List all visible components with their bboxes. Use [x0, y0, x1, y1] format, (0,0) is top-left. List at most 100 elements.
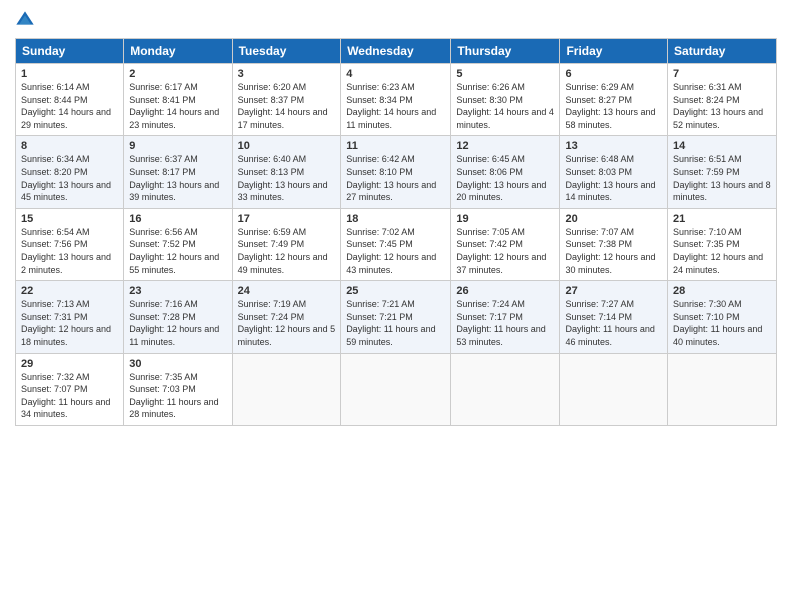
sunrise-label: Sunrise: 6:59 AM [238, 227, 307, 237]
daylight-label: Daylight: 12 hours and 43 minutes. [346, 252, 436, 275]
calendar-day-cell: 3 Sunrise: 6:20 AM Sunset: 8:37 PM Dayli… [232, 64, 341, 136]
sunset-label: Sunset: 7:35 PM [673, 239, 740, 249]
daylight-label: Daylight: 13 hours and 2 minutes. [21, 252, 111, 275]
day-number: 13 [565, 140, 662, 152]
sunset-label: Sunset: 7:49 PM [238, 239, 305, 249]
daylight-label: Daylight: 14 hours and 29 minutes. [21, 107, 111, 130]
sunset-label: Sunset: 8:24 PM [673, 95, 740, 105]
sunset-label: Sunset: 8:20 PM [21, 167, 88, 177]
daylight-label: Daylight: 11 hours and 53 minutes. [456, 324, 545, 347]
sunrise-label: Sunrise: 7:21 AM [346, 299, 415, 309]
daylight-label: Daylight: 11 hours and 28 minutes. [129, 397, 218, 420]
sunrise-label: Sunrise: 6:29 AM [565, 82, 634, 92]
daylight-label: Daylight: 13 hours and 45 minutes. [21, 180, 111, 203]
sunrise-label: Sunrise: 6:34 AM [21, 154, 90, 164]
calendar-week-row: 22 Sunrise: 7:13 AM Sunset: 7:31 PM Dayl… [16, 281, 777, 353]
sunrise-label: Sunrise: 6:17 AM [129, 82, 198, 92]
sunrise-label: Sunrise: 7:16 AM [129, 299, 198, 309]
sunrise-label: Sunrise: 7:24 AM [456, 299, 525, 309]
sunrise-label: Sunrise: 7:19 AM [238, 299, 307, 309]
sunset-label: Sunset: 7:07 PM [21, 384, 88, 394]
sunset-label: Sunset: 7:59 PM [673, 167, 740, 177]
page-container: SundayMondayTuesdayWednesdayThursdayFrid… [0, 0, 792, 436]
daylight-label: Daylight: 13 hours and 27 minutes. [346, 180, 436, 203]
weekday-header: Tuesday [232, 39, 341, 64]
daylight-label: Daylight: 12 hours and 18 minutes. [21, 324, 111, 347]
day-info: Sunrise: 6:56 AM Sunset: 7:52 PM Dayligh… [129, 226, 226, 276]
day-number: 9 [129, 140, 226, 152]
calendar-day-cell: 12 Sunrise: 6:45 AM Sunset: 8:06 PM Dayl… [451, 136, 560, 208]
day-number: 28 [673, 285, 771, 297]
day-number: 8 [21, 140, 118, 152]
day-info: Sunrise: 6:14 AM Sunset: 8:44 PM Dayligh… [21, 81, 118, 131]
calendar-day-cell: 1 Sunrise: 6:14 AM Sunset: 8:44 PM Dayli… [16, 64, 124, 136]
sunset-label: Sunset: 7:45 PM [346, 239, 413, 249]
daylight-label: Daylight: 12 hours and 55 minutes. [129, 252, 219, 275]
calendar-day-cell: 4 Sunrise: 6:23 AM Sunset: 8:34 PM Dayli… [341, 64, 451, 136]
day-info: Sunrise: 7:32 AM Sunset: 7:07 PM Dayligh… [21, 371, 118, 421]
sunrise-label: Sunrise: 6:40 AM [238, 154, 307, 164]
sunset-label: Sunset: 7:31 PM [21, 312, 88, 322]
sunset-label: Sunset: 7:14 PM [565, 312, 632, 322]
calendar-day-cell: 20 Sunrise: 7:07 AM Sunset: 7:38 PM Dayl… [560, 208, 668, 280]
daylight-label: Daylight: 13 hours and 39 minutes. [129, 180, 219, 203]
day-number: 30 [129, 358, 226, 370]
sunset-label: Sunset: 8:44 PM [21, 95, 88, 105]
daylight-label: Daylight: 11 hours and 59 minutes. [346, 324, 435, 347]
calendar-day-cell: 28 Sunrise: 7:30 AM Sunset: 7:10 PM Dayl… [668, 281, 777, 353]
sunrise-label: Sunrise: 6:14 AM [21, 82, 90, 92]
calendar-day-cell: 8 Sunrise: 6:34 AM Sunset: 8:20 PM Dayli… [16, 136, 124, 208]
day-info: Sunrise: 6:26 AM Sunset: 8:30 PM Dayligh… [456, 81, 554, 131]
sunset-label: Sunset: 7:38 PM [565, 239, 632, 249]
day-number: 4 [346, 68, 445, 80]
weekday-header: Wednesday [341, 39, 451, 64]
calendar-day-cell: 27 Sunrise: 7:27 AM Sunset: 7:14 PM Dayl… [560, 281, 668, 353]
calendar-day-cell [232, 353, 341, 425]
day-number: 23 [129, 285, 226, 297]
calendar-day-cell: 18 Sunrise: 7:02 AM Sunset: 7:45 PM Dayl… [341, 208, 451, 280]
day-number: 16 [129, 213, 226, 225]
calendar-day-cell: 23 Sunrise: 7:16 AM Sunset: 7:28 PM Dayl… [124, 281, 232, 353]
sunset-label: Sunset: 7:10 PM [673, 312, 740, 322]
header [15, 10, 777, 30]
day-info: Sunrise: 6:59 AM Sunset: 7:49 PM Dayligh… [238, 226, 336, 276]
daylight-label: Daylight: 13 hours and 14 minutes. [565, 180, 655, 203]
daylight-label: Daylight: 11 hours and 34 minutes. [21, 397, 110, 420]
day-info: Sunrise: 6:34 AM Sunset: 8:20 PM Dayligh… [21, 153, 118, 203]
sunset-label: Sunset: 8:34 PM [346, 95, 413, 105]
sunrise-label: Sunrise: 6:45 AM [456, 154, 525, 164]
sunrise-label: Sunrise: 6:51 AM [673, 154, 742, 164]
calendar-table: SundayMondayTuesdayWednesdayThursdayFrid… [15, 38, 777, 426]
day-number: 18 [346, 213, 445, 225]
daylight-label: Daylight: 13 hours and 52 minutes. [673, 107, 763, 130]
calendar-day-cell: 25 Sunrise: 7:21 AM Sunset: 7:21 PM Dayl… [341, 281, 451, 353]
daylight-label: Daylight: 13 hours and 20 minutes. [456, 180, 546, 203]
sunset-label: Sunset: 8:30 PM [456, 95, 523, 105]
sunrise-label: Sunrise: 7:30 AM [673, 299, 742, 309]
calendar-day-cell: 9 Sunrise: 6:37 AM Sunset: 8:17 PM Dayli… [124, 136, 232, 208]
day-number: 14 [673, 140, 771, 152]
logo [15, 10, 39, 30]
sunset-label: Sunset: 7:17 PM [456, 312, 523, 322]
day-info: Sunrise: 6:42 AM Sunset: 8:10 PM Dayligh… [346, 153, 445, 203]
sunset-label: Sunset: 8:13 PM [238, 167, 305, 177]
sunrise-label: Sunrise: 7:27 AM [565, 299, 634, 309]
sunset-label: Sunset: 8:10 PM [346, 167, 413, 177]
daylight-label: Daylight: 13 hours and 58 minutes. [565, 107, 655, 130]
calendar-day-cell [341, 353, 451, 425]
calendar-day-cell [560, 353, 668, 425]
daylight-label: Daylight: 11 hours and 40 minutes. [673, 324, 762, 347]
day-number: 7 [673, 68, 771, 80]
day-number: 24 [238, 285, 336, 297]
daylight-label: Daylight: 12 hours and 11 minutes. [129, 324, 219, 347]
daylight-label: Daylight: 12 hours and 30 minutes. [565, 252, 655, 275]
day-number: 25 [346, 285, 445, 297]
daylight-label: Daylight: 12 hours and 49 minutes. [238, 252, 328, 275]
calendar-day-cell: 16 Sunrise: 6:56 AM Sunset: 7:52 PM Dayl… [124, 208, 232, 280]
calendar-day-cell: 19 Sunrise: 7:05 AM Sunset: 7:42 PM Dayl… [451, 208, 560, 280]
sunset-label: Sunset: 7:52 PM [129, 239, 196, 249]
calendar-day-cell: 30 Sunrise: 7:35 AM Sunset: 7:03 PM Dayl… [124, 353, 232, 425]
day-number: 27 [565, 285, 662, 297]
sunrise-label: Sunrise: 7:13 AM [21, 299, 90, 309]
daylight-label: Daylight: 14 hours and 4 minutes. [456, 107, 554, 130]
